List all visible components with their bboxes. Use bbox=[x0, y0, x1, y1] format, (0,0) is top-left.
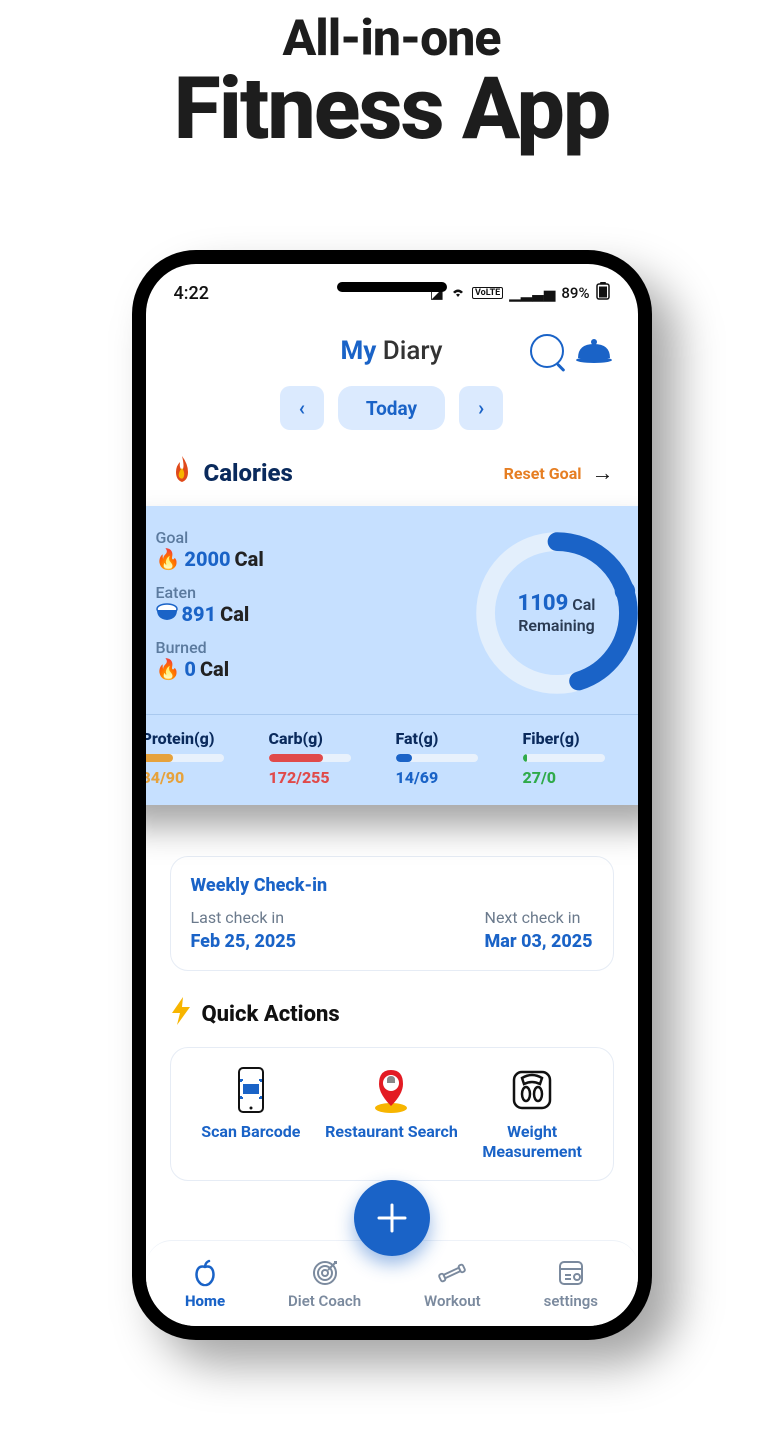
volte-icon: VoLTE bbox=[472, 287, 503, 299]
wifi-icon bbox=[450, 284, 466, 302]
reset-goal-button[interactable]: Reset Goal → bbox=[504, 460, 614, 486]
macro-value: 27/0 bbox=[523, 768, 638, 787]
dumbbell-icon bbox=[437, 1258, 467, 1288]
flame-icon: 🔥 bbox=[156, 657, 181, 681]
calories-title: Calories bbox=[204, 459, 293, 487]
tab-workout[interactable]: Workout bbox=[424, 1258, 481, 1310]
title-strong: My bbox=[340, 336, 376, 366]
bowl-icon bbox=[156, 602, 178, 626]
tab-home[interactable]: Home bbox=[185, 1258, 225, 1310]
lightning-icon bbox=[170, 997, 192, 1031]
goal-unit: Cal bbox=[235, 547, 264, 571]
weight-measurement-button[interactable]: Weight Measurement bbox=[462, 1066, 602, 1162]
checkin-title: Weekly Check-in bbox=[191, 875, 593, 896]
tab-label: Workout bbox=[424, 1292, 481, 1310]
calories-ring: 1109 Cal Remaining bbox=[472, 528, 638, 698]
burned-row: Burned 🔥 0Cal bbox=[146, 638, 452, 681]
scale-icon bbox=[508, 1066, 556, 1114]
flame-icon bbox=[170, 456, 194, 490]
calories-section-head: Calories Reset Goal → bbox=[146, 456, 638, 490]
next-checkin-label: Next check in bbox=[485, 908, 593, 927]
burned-value: 0 bbox=[184, 657, 196, 681]
remaining-unit: Cal bbox=[572, 595, 595, 614]
apple-icon bbox=[190, 1258, 220, 1288]
quick-actions-head: Quick Actions bbox=[146, 997, 638, 1031]
phone-frame: 4:22 ◪ VoLTE ▁▂▃▅ 89% My Diary bbox=[132, 250, 652, 1340]
add-fab-button[interactable] bbox=[354, 1180, 430, 1256]
title-rest: Diary bbox=[376, 336, 442, 366]
quick-action-label: Restaurant Search bbox=[325, 1122, 458, 1142]
macro-name: Fiber(g) bbox=[523, 729, 638, 748]
calories-card: Goal 🔥 2000Cal Eaten bbox=[146, 506, 638, 805]
goal-value: 2000 bbox=[184, 547, 230, 571]
last-checkin-date: Feb 25, 2025 bbox=[191, 931, 296, 952]
macro-fat: Fat(g) 14/69 bbox=[388, 729, 515, 787]
prev-day-button[interactable]: ‹ bbox=[280, 386, 324, 430]
remaining-value: 1109 bbox=[518, 591, 569, 616]
tab-label: settings bbox=[544, 1292, 598, 1310]
battery-pct: 89% bbox=[561, 284, 589, 302]
quick-actions-title: Quick Actions bbox=[202, 1002, 340, 1027]
tab-diet-coach[interactable]: Diet Coach bbox=[288, 1258, 361, 1310]
weekly-checkin-card[interactable]: Weekly Check-in Last check in Feb 25, 20… bbox=[170, 856, 614, 971]
macro-name: Protein(g) bbox=[146, 729, 261, 748]
tab-label: Diet Coach bbox=[288, 1292, 361, 1310]
last-checkin-label: Last check in bbox=[191, 908, 296, 927]
macro-value: 34/90 bbox=[146, 768, 261, 787]
chevron-right-icon: › bbox=[478, 396, 484, 420]
macro-value: 172/255 bbox=[269, 768, 388, 787]
remaining-label: Remaining bbox=[518, 616, 595, 635]
burned-unit: Cal bbox=[200, 657, 229, 681]
reset-goal-label: Reset Goal bbox=[504, 464, 582, 483]
barcode-icon bbox=[227, 1066, 275, 1114]
arrow-right-icon: → bbox=[592, 460, 614, 486]
today-button[interactable]: Today bbox=[338, 386, 445, 430]
next-checkin-date: Mar 03, 2025 bbox=[485, 931, 593, 952]
flame-icon: 🔥 bbox=[156, 547, 181, 571]
burned-label: Burned bbox=[156, 638, 452, 657]
settings-icon bbox=[556, 1258, 586, 1288]
quick-action-label: Scan Barcode bbox=[201, 1122, 300, 1142]
target-icon bbox=[310, 1258, 340, 1288]
scan-barcode-button[interactable]: Scan Barcode bbox=[181, 1066, 321, 1162]
goal-label: Goal bbox=[156, 528, 452, 547]
quick-actions-card: Scan Barcode Restaurant Search Weight Me… bbox=[170, 1047, 614, 1181]
macro-carb: Carb(g) 172/255 bbox=[261, 729, 388, 787]
page-title: My Diary bbox=[340, 336, 442, 366]
status-right: ◪ VoLTE ▁▂▃▅ 89% bbox=[430, 282, 610, 304]
eaten-unit: Cal bbox=[220, 602, 249, 626]
goal-row: Goal 🔥 2000Cal bbox=[146, 528, 452, 571]
location-pin-icon bbox=[367, 1066, 415, 1114]
tab-settings[interactable]: settings bbox=[544, 1258, 598, 1310]
quick-action-label: Weight Measurement bbox=[462, 1122, 602, 1162]
macro-name: Fat(g) bbox=[396, 729, 515, 748]
plus-icon bbox=[375, 1201, 409, 1235]
macro-row: Protein(g) 34/90 Carb(g) 172/255 Fat(g) bbox=[146, 714, 638, 787]
meal-icon[interactable] bbox=[574, 338, 614, 364]
restaurant-search-button[interactable]: Restaurant Search bbox=[321, 1066, 461, 1162]
tab-label: Home bbox=[185, 1292, 225, 1310]
app-header: My Diary bbox=[146, 336, 638, 366]
phone-screen: 4:22 ◪ VoLTE ▁▂▃▅ 89% My Diary bbox=[146, 264, 638, 1326]
eaten-row: Eaten 891Cal bbox=[146, 583, 452, 626]
eaten-label: Eaten bbox=[156, 583, 452, 602]
date-nav: ‹ Today › bbox=[146, 386, 638, 430]
eaten-value: 891 bbox=[182, 602, 217, 626]
chevron-left-icon: ‹ bbox=[299, 396, 305, 420]
hero-line2: Fitness App bbox=[0, 68, 783, 150]
signal-icon: ▁▂▃▅ bbox=[509, 284, 555, 302]
macro-protein: Protein(g) 34/90 bbox=[146, 729, 261, 787]
macro-value: 14/69 bbox=[396, 768, 515, 787]
battery-icon bbox=[596, 282, 610, 304]
marketing-hero: All-in-one Fitness App bbox=[0, 0, 783, 150]
notch bbox=[337, 282, 447, 292]
macro-fiber: Fiber(g) 27/0 bbox=[515, 729, 638, 787]
status-time: 4:22 bbox=[174, 283, 209, 304]
next-day-button[interactable]: › bbox=[459, 386, 503, 430]
macro-name: Carb(g) bbox=[269, 729, 388, 748]
search-icon[interactable] bbox=[530, 334, 564, 368]
